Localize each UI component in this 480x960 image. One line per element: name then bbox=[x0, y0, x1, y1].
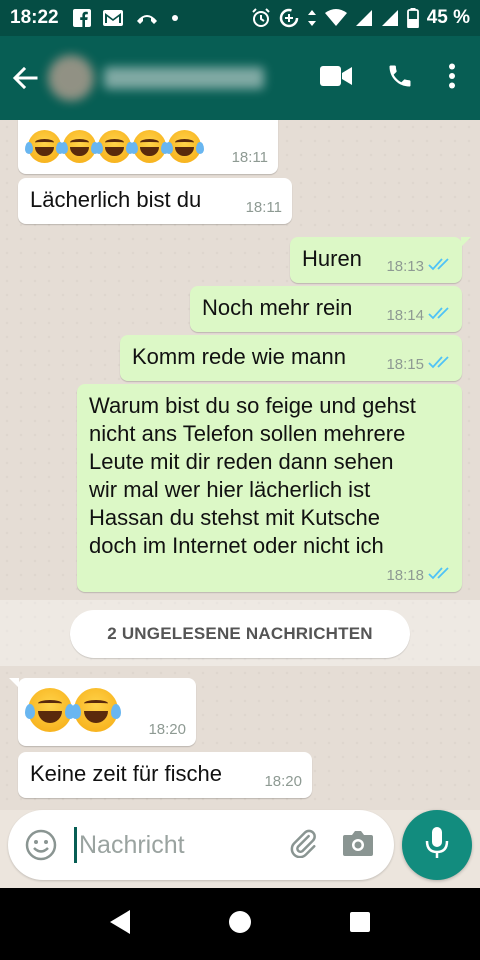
message-time: 18:15 bbox=[386, 355, 424, 373]
battery-icon bbox=[406, 8, 419, 28]
wifi-icon bbox=[324, 9, 347, 27]
message-composer: Nachricht bbox=[8, 810, 394, 880]
more-vert-icon[interactable] bbox=[448, 63, 456, 94]
nav-back-icon[interactable] bbox=[109, 909, 131, 940]
emoji-row bbox=[25, 130, 204, 163]
signal-icon bbox=[381, 9, 399, 27]
tears-of-joy-emoji bbox=[25, 130, 64, 163]
message-meta: 18:20 bbox=[264, 773, 302, 790]
dot-icon bbox=[171, 14, 179, 22]
attachment-icon[interactable] bbox=[288, 828, 318, 863]
message-meta: 18:15 bbox=[386, 355, 452, 373]
read-ticks-icon bbox=[428, 257, 452, 275]
message-outgoing[interactable]: Noch mehr rein 18:14 bbox=[190, 286, 462, 332]
unread-messages-banner: 2 UNGELESENE NACHRICHTEN bbox=[70, 610, 410, 658]
tears-of-joy-emoji bbox=[60, 130, 99, 163]
message-time: 18:20 bbox=[264, 773, 302, 790]
message-line: doch im Internet oder nicht ich bbox=[89, 533, 384, 558]
message-input[interactable]: Nachricht bbox=[79, 831, 185, 860]
chat-messages-area[interactable]: 18:11 Lächerlich bist du 18:11 Huren 18:… bbox=[0, 120, 480, 810]
read-ticks-icon bbox=[428, 566, 452, 584]
battery-percent: 45 % bbox=[426, 7, 470, 28]
voice-message-button[interactable] bbox=[402, 810, 472, 880]
message-line: Warum bist du so feige und gehst bbox=[89, 393, 416, 418]
tears-of-joy-emoji bbox=[165, 130, 204, 163]
message-time: 18:13 bbox=[386, 257, 424, 275]
nav-home-icon[interactable] bbox=[228, 910, 252, 939]
message-incoming[interactable]: 18:20 bbox=[9, 678, 196, 746]
tears-of-joy-emoji bbox=[95, 130, 134, 163]
message-meta: 18:11 bbox=[246, 199, 282, 216]
message-text: Komm rede wie mann bbox=[132, 344, 346, 369]
emoji-icon[interactable] bbox=[24, 828, 58, 862]
video-call-icon[interactable] bbox=[320, 65, 352, 92]
message-meta: 18:11 bbox=[232, 149, 268, 166]
nav-recents-icon[interactable] bbox=[349, 911, 371, 938]
signal-icon bbox=[355, 9, 373, 27]
message-incoming[interactable]: 18:11 bbox=[18, 120, 278, 174]
read-ticks-icon bbox=[428, 306, 452, 324]
message-time: 18:20 bbox=[148, 721, 186, 738]
contact-name-blurred bbox=[104, 67, 264, 89]
message-line: Leute mit dir reden dann sehen bbox=[89, 449, 394, 474]
message-meta: 18:14 bbox=[386, 306, 452, 324]
tears-of-joy-emoji bbox=[71, 688, 121, 732]
message-text-multiline: Warum bist du so feige und gehst nicht a… bbox=[89, 392, 416, 560]
message-meta: 18:18 bbox=[386, 566, 452, 584]
contact-info-redacted[interactable] bbox=[48, 52, 268, 104]
message-meta: 18:20 bbox=[148, 721, 186, 738]
message-outgoing[interactable]: Komm rede wie mann 18:15 bbox=[120, 335, 462, 381]
message-outgoing[interactable]: Huren 18:13 bbox=[290, 237, 471, 283]
message-time: 18:11 bbox=[231, 149, 268, 166]
system-navigation-bar bbox=[0, 888, 480, 960]
message-outgoing[interactable]: Warum bist du so feige und gehst nicht a… bbox=[77, 384, 462, 592]
chat-header bbox=[0, 36, 480, 120]
message-line: Hassan du stehst mit Kutsche bbox=[89, 505, 381, 530]
message-meta: 18:13 bbox=[386, 257, 452, 275]
gmail-icon bbox=[102, 10, 123, 26]
alarm-icon bbox=[251, 8, 271, 28]
emoji-row bbox=[25, 688, 121, 732]
message-line: wir mal wer hier lächerlich ist bbox=[89, 477, 371, 502]
back-arrow-icon[interactable] bbox=[2, 36, 48, 120]
text-cursor bbox=[74, 827, 77, 863]
message-time: 18:18 bbox=[386, 566, 424, 584]
status-bar: 18:22 45 % bbox=[0, 0, 480, 36]
read-ticks-icon bbox=[428, 355, 452, 373]
message-incoming[interactable]: Keine zeit für fische 18:20 bbox=[18, 752, 312, 798]
status-time: 18:22 bbox=[10, 7, 59, 28]
facebook-icon bbox=[72, 9, 91, 27]
avatar bbox=[48, 55, 94, 101]
data-arrows-icon bbox=[307, 9, 317, 27]
voice-call-icon[interactable] bbox=[386, 62, 414, 95]
message-text: Huren bbox=[302, 246, 362, 271]
message-text: Lächerlich bist du bbox=[30, 187, 202, 212]
message-text: Noch mehr rein bbox=[202, 295, 353, 320]
tears-of-joy-emoji bbox=[130, 130, 169, 163]
message-time: 18:11 bbox=[245, 199, 282, 216]
message-text: Keine zeit für fische bbox=[30, 761, 222, 786]
data-saver-icon bbox=[279, 8, 299, 28]
message-line: nicht ans Telefon sollen mehrere bbox=[89, 421, 406, 446]
camera-icon[interactable] bbox=[342, 829, 374, 862]
tears-of-joy-emoji bbox=[25, 688, 75, 732]
mic-icon bbox=[424, 826, 450, 865]
missed-call-icon bbox=[135, 11, 159, 25]
message-time: 18:14 bbox=[386, 306, 424, 324]
message-incoming[interactable]: Lächerlich bist du 18:11 bbox=[18, 178, 292, 224]
